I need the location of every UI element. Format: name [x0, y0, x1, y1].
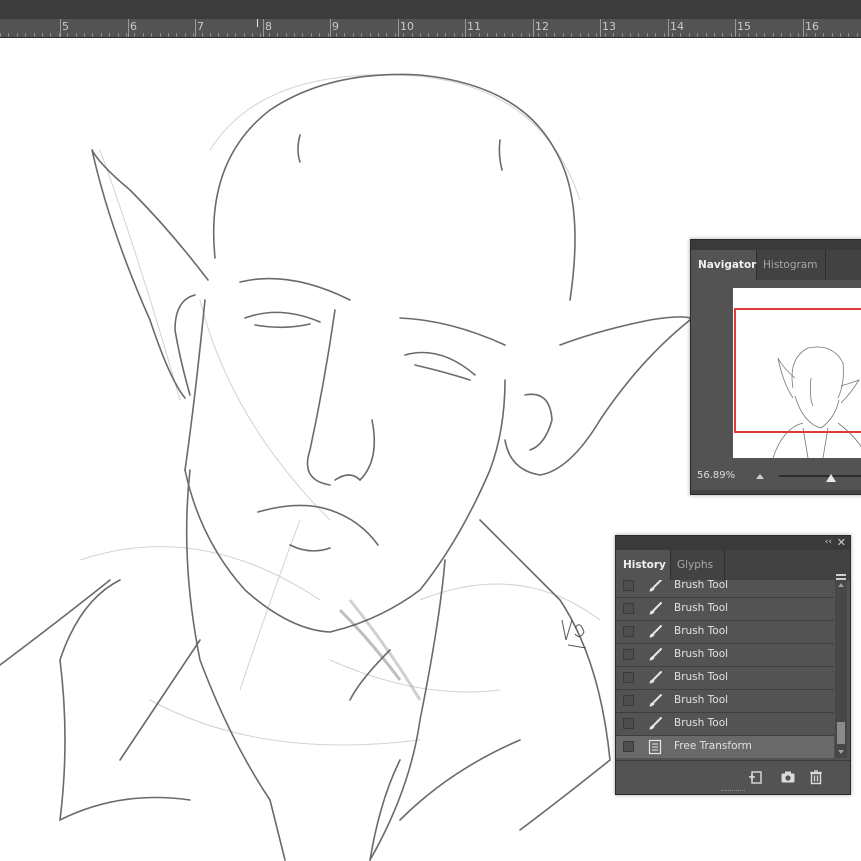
tab-glyphs[interactable]: Glyphs: [670, 550, 725, 580]
panel-bottom-edge: [691, 490, 861, 494]
history-list: Brush Tool Brush Tool Brush Tool Brush Tool…: [616, 580, 834, 758]
zoom-value[interactable]: 56.89%: [697, 470, 735, 481]
brush-icon: [647, 670, 663, 686]
close-icon[interactable]: ✕: [837, 536, 846, 549]
brush-icon: [647, 693, 663, 709]
history-panel: ‹‹ ✕ History Glyphs Brush Tool Brush Tool…: [615, 535, 851, 795]
document-icon: [647, 739, 663, 755]
history-item[interactable]: Free Transform: [616, 736, 834, 758]
history-item[interactable]: Brush Tool: [616, 667, 834, 690]
history-item-label: Brush Tool: [674, 648, 729, 660]
history-item[interactable]: Brush Tool: [616, 713, 834, 736]
zoom-out-icon[interactable]: [756, 474, 764, 479]
brush-icon: [647, 601, 663, 617]
history-item-label: Free Transform: [674, 740, 752, 752]
zoom-slider-thumb[interactable]: [826, 474, 836, 482]
history-item-label: Brush Tool: [674, 694, 729, 706]
history-item-label: Brush Tool: [674, 602, 729, 614]
history-snapshot-checkbox[interactable]: [623, 626, 634, 637]
collapse-panels-icon[interactable]: ‹‹: [825, 537, 832, 547]
panel-resize-grip[interactable]: [721, 790, 745, 793]
scroll-up-icon[interactable]: [838, 583, 844, 587]
brush-icon: [647, 647, 663, 663]
navigator-tabs: Navigator Histogram: [691, 250, 861, 280]
history-snapshot-checkbox[interactable]: [623, 580, 634, 591]
panel-header-strip[interactable]: ‹‹ ✕: [616, 536, 850, 550]
history-tabs: History Glyphs: [616, 550, 850, 583]
history-snapshot-checkbox[interactable]: [623, 718, 634, 729]
navigator-zoom-bar: 56.89%: [691, 462, 861, 492]
history-footer: [616, 760, 850, 793]
panel-header-strip[interactable]: [691, 240, 861, 250]
new-document-from-state-icon[interactable]: [748, 769, 764, 785]
history-item[interactable]: Brush Tool: [616, 580, 834, 598]
scroll-thumb[interactable]: [837, 722, 845, 744]
history-snapshot-checkbox[interactable]: [623, 672, 634, 683]
history-item-label: Brush Tool: [674, 625, 729, 637]
zoom-slider[interactable]: [779, 475, 861, 477]
tab-history[interactable]: History: [616, 550, 671, 580]
trash-icon[interactable]: [808, 769, 824, 785]
history-item[interactable]: Brush Tool: [616, 621, 834, 644]
history-item-label: Brush Tool: [674, 580, 729, 591]
history-item[interactable]: Brush Tool: [616, 598, 834, 621]
history-item[interactable]: Brush Tool: [616, 644, 834, 667]
scroll-down-icon[interactable]: [838, 750, 844, 754]
brush-icon: [647, 580, 663, 594]
navigator-panel: Navigator Histogram 56.89%: [690, 239, 861, 495]
history-scrollbar[interactable]: [835, 580, 847, 758]
history-snapshot-checkbox[interactable]: [623, 741, 634, 752]
history-snapshot-checkbox[interactable]: [623, 695, 634, 706]
history-snapshot-checkbox[interactable]: [623, 649, 634, 660]
history-item-label: Brush Tool: [674, 717, 729, 729]
camera-icon[interactable]: [780, 769, 796, 785]
tab-navigator[interactable]: Navigator: [691, 250, 757, 280]
navigator-preview[interactable]: [733, 288, 861, 459]
view-area-box[interactable]: [734, 308, 861, 433]
brush-icon: [647, 716, 663, 732]
history-item-label: Brush Tool: [674, 671, 729, 683]
tab-histogram[interactable]: Histogram: [756, 250, 826, 280]
brush-icon: [647, 624, 663, 640]
history-snapshot-checkbox[interactable]: [623, 603, 634, 614]
history-item[interactable]: Brush Tool: [616, 690, 834, 713]
